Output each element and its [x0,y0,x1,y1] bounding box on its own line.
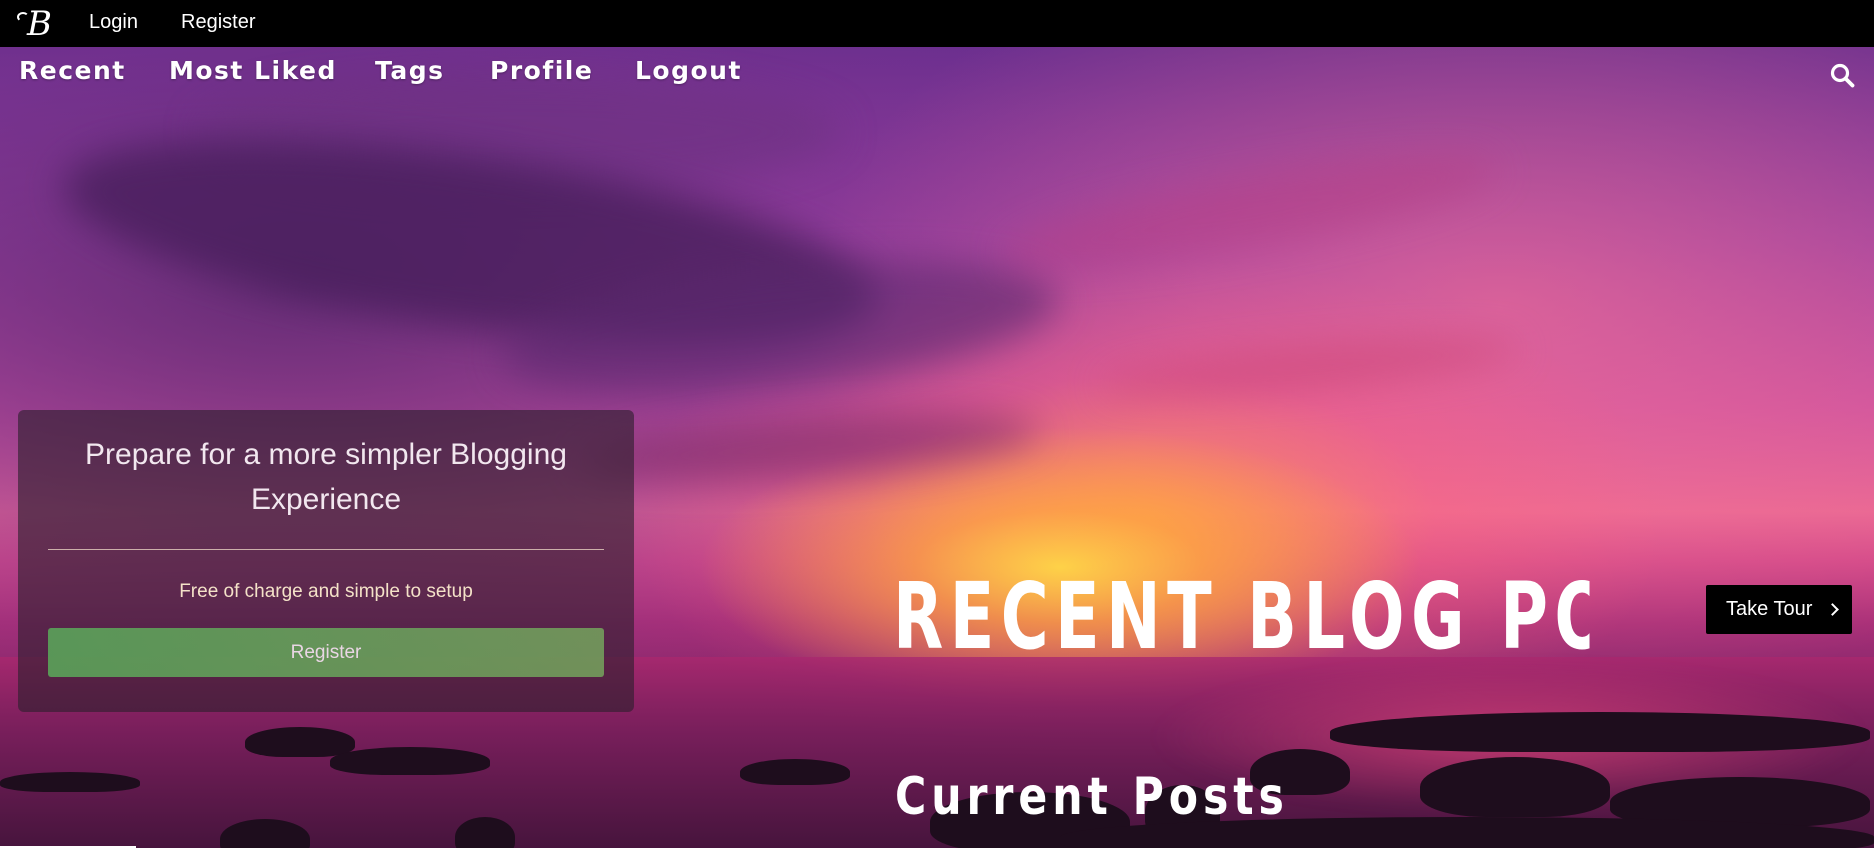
recent-blog-posts-heading: RECENT BLOG POSTS [893,563,1590,670]
chevron-right-icon [1826,603,1839,616]
logo-letter: B [27,4,52,44]
signup-register-button[interactable]: Register [48,628,604,677]
signup-card-divider [48,549,604,550]
current-posts-heading: Current Posts [895,767,1289,827]
rock-shape [245,727,355,757]
take-tour-label: Take Tour [1726,598,1813,620]
cloud-shape [1099,328,1521,406]
signup-card-subtitle: Free of charge and simple to setup [179,581,473,602]
rock-shape [330,747,490,775]
register-link[interactable]: Register [181,10,255,34]
rock-shape [0,772,140,792]
search-icon[interactable] [1829,62,1855,88]
login-link[interactable]: Login [89,10,138,34]
rock-shape [1330,712,1870,752]
nav-logout[interactable]: Logout [635,56,742,86]
rock-shape [1420,757,1610,817]
nav-most-liked[interactable]: Most Liked [169,56,337,86]
nav-profile[interactable]: Profile [490,56,593,86]
signup-card-title: Prepare for a more simpler Blogging Expe… [85,438,567,516]
rock-shape [740,759,850,785]
brand-logo[interactable]: B [15,4,55,44]
take-tour-button[interactable]: Take Tour [1706,585,1852,634]
nav-tags[interactable]: Tags [375,56,444,86]
cloud-shape [578,401,1042,493]
top-bar: B Login Register [0,0,1874,47]
hero-banner: Recent Most Liked Tags Profile Logout Pr… [0,47,1874,848]
nav-recent[interactable]: Recent [19,56,126,86]
cloud-shape [997,134,1503,290]
signup-card: Prepare for a more simpler Blogging Expe… [18,410,634,712]
